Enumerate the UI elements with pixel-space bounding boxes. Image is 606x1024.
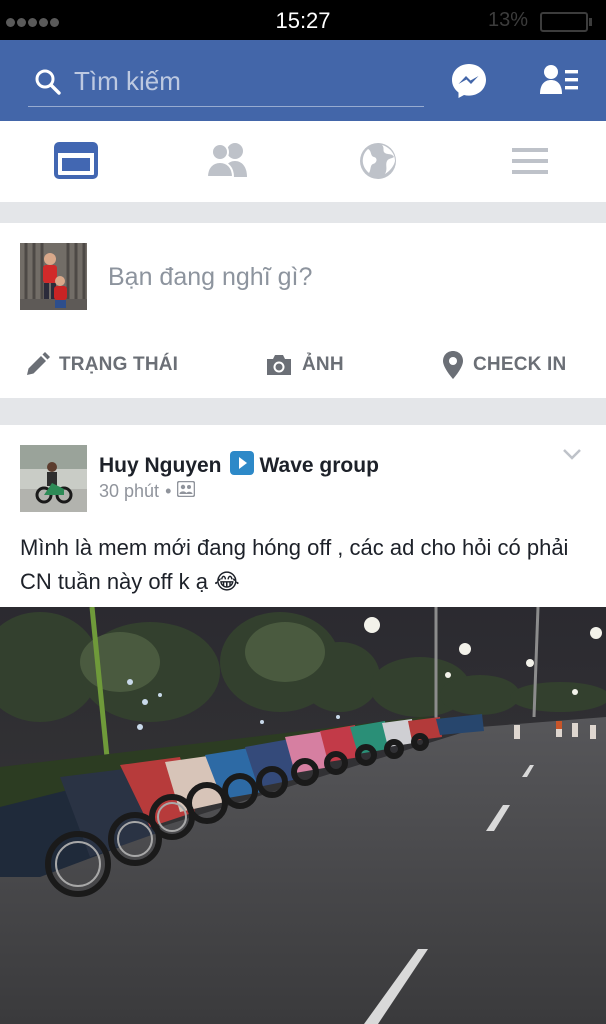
battery-percent: 13%: [487, 9, 528, 31]
group-name[interactable]: Wave group: [260, 454, 379, 478]
post-meta: 30 phút •: [99, 480, 196, 502]
checkin-button-label: CHECK IN: [473, 354, 567, 375]
checkin-button[interactable]: CHECK IN: [442, 345, 566, 385]
author-name[interactable]: Huy Nguyen: [99, 454, 222, 478]
status-bar: 15:27 13%: [0, 0, 606, 40]
status-button-label: TRẠNG THÁI: [59, 354, 179, 375]
tab-bar: [0, 121, 606, 203]
status-button[interactable]: TRẠNG THÁI: [24, 345, 178, 385]
user-avatar[interactable]: [20, 243, 87, 310]
tab-notifications[interactable]: [358, 141, 402, 183]
chevron-down-icon[interactable]: [562, 447, 582, 466]
search-icon: [34, 68, 62, 101]
camera-icon: [267, 355, 291, 375]
tab-news-feed[interactable]: [54, 141, 98, 183]
post-time[interactable]: 30 phút: [99, 481, 159, 502]
post-photo[interactable]: [0, 607, 606, 1024]
pencil-icon: [27, 352, 50, 375]
composer-prompt[interactable]: Bạn đang nghĩ gì?: [108, 263, 312, 292]
battery-icon: [540, 12, 592, 32]
search-bar[interactable]: Tìm kiếm: [28, 58, 424, 107]
status-composer: Bạn đang nghĩ gì? TRẠNG THÁI ẢNH CHECK I…: [0, 223, 606, 398]
arrow-right-icon: [229, 451, 254, 481]
location-pin-icon: [443, 351, 463, 379]
post-text: Mình là mem mới đang hóng off , các ad c…: [20, 535, 569, 594]
search-placeholder: Tìm kiếm: [74, 66, 181, 96]
post-header: Huy Nguyen Wave group: [99, 451, 379, 481]
photo-button[interactable]: ẢNH: [265, 345, 344, 385]
globe-icon: [360, 143, 396, 179]
menu-icon: [512, 148, 548, 174]
photo-button-label: ẢNH: [302, 354, 344, 375]
group-privacy-icon: [177, 480, 196, 502]
feed-post: Huy Nguyen Wave group 30 phút • Mình là …: [0, 425, 606, 1024]
tab-friends[interactable]: [206, 141, 250, 183]
composer-actions: TRẠNG THÁI ẢNH CHECK IN: [0, 345, 606, 385]
meta-separator: •: [165, 481, 172, 501]
tab-more[interactable]: [510, 141, 554, 183]
feed-divider: [0, 398, 606, 425]
messenger-icon[interactable]: [450, 62, 488, 100]
news-feed-icon: [54, 142, 98, 179]
friends-icon: [206, 143, 247, 178]
feed-divider: [0, 202, 606, 223]
friend-requests-icon[interactable]: [540, 64, 580, 98]
top-header: Tìm kiếm: [0, 40, 606, 121]
author-avatar[interactable]: [20, 445, 87, 512]
motorbike-parade-image: [0, 607, 606, 1024]
